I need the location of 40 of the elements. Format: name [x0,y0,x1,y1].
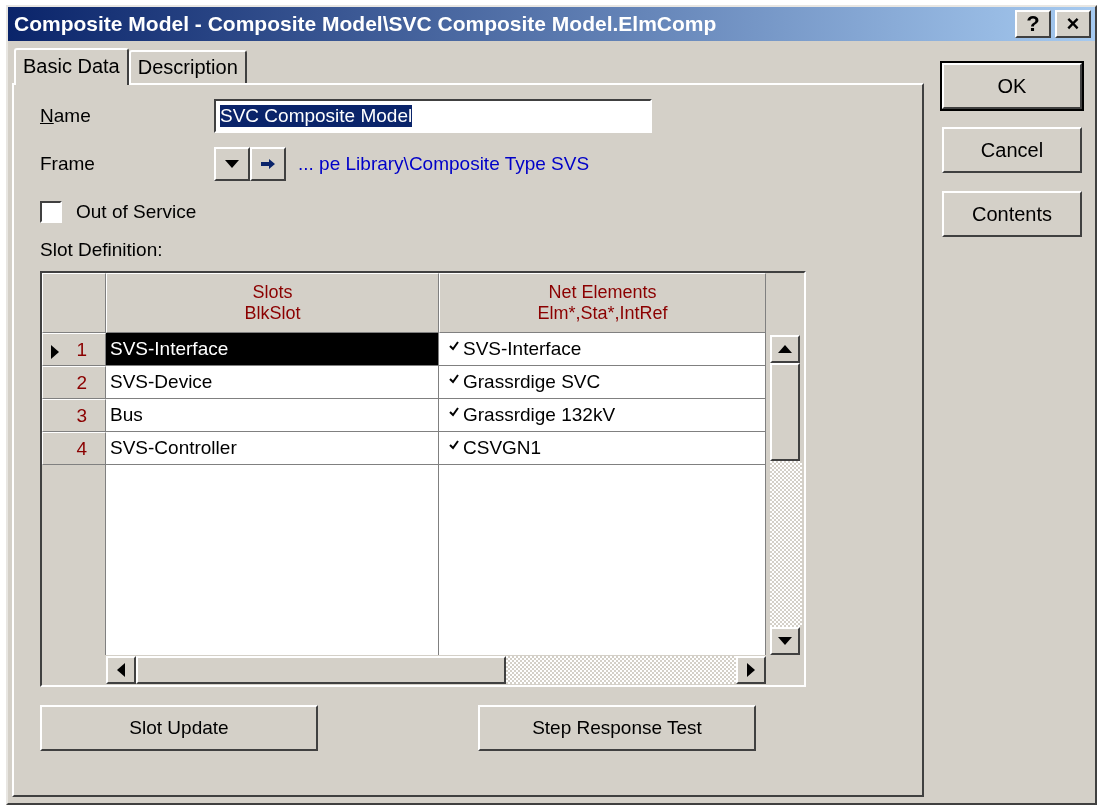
table-cell[interactable]: SVS-Interface [439,333,766,366]
row-header[interactable]: 3 [42,399,106,432]
column-header: Net Elements Elm*,Sta*,IntRef [439,273,766,333]
close-button[interactable]: × [1055,10,1091,38]
jump-button[interactable] [250,147,286,181]
dialog-button[interactable]: OK [942,63,1082,109]
frame-link[interactable]: ... pe Library\Composite Type SVS [298,153,590,175]
table-cell[interactable]: Grassrdige SVC [439,366,766,399]
horizontal-scrollbar[interactable] [106,656,766,684]
name-field[interactable]: SVC Composite Model [214,99,652,133]
row-header[interactable]: 1 [42,333,106,366]
table-cell[interactable]: SVS-Interface [106,333,439,366]
dialog-button[interactable]: Cancel [942,127,1082,173]
checkbox[interactable] [40,201,62,223]
column-header: Slots BlkSlot [106,273,439,333]
name-label: Name [40,105,92,127]
row-header[interactable]: 2 [42,366,106,399]
tab[interactable]: Description [128,50,247,83]
dialog-button[interactable]: Contents [942,191,1082,237]
section-label: Slot Definition: [40,239,164,261]
left-arrow-icon [115,660,127,680]
row-header[interactable]: 4 [42,432,106,465]
scrollbar-thumb[interactable] [770,363,800,461]
step-response-button[interactable]: Step Response Test [478,705,756,751]
slot-update-button[interactable]: Slot Update [40,705,318,751]
table-cell[interactable]: Bus [106,399,439,432]
current-row-icon [49,342,61,360]
frame-label: Frame [40,153,96,175]
window-title: Composite Model - Composite Model\SVC Composite Model.ElmComp [14,12,718,36]
dropdown-button[interactable] [214,147,250,181]
arrow-icon [260,158,276,170]
scrollbar-thumb[interactable] [136,656,506,684]
tab[interactable]: Basic Data [14,48,129,85]
checkbox-label: Out of Service [76,201,197,223]
table-cell[interactable]: SVS-Controller [106,432,439,465]
help-button[interactable]: ? [1015,10,1051,38]
table-cell[interactable]: Grassrdige 132kV [439,399,766,432]
table-cell[interactable]: CSVGN1 [439,432,766,465]
right-arrow-icon [745,660,757,680]
table-cell[interactable]: SVS-Device [106,366,439,399]
